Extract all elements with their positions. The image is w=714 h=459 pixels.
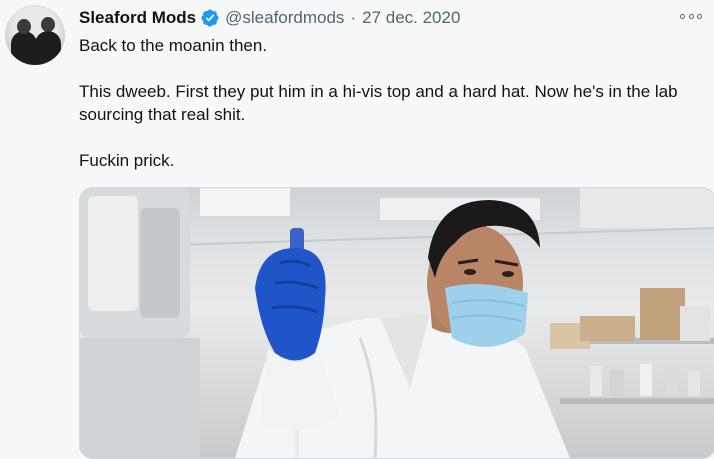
separator-dot: · <box>350 8 357 27</box>
tweet-date[interactable]: 27 dec. 2020 <box>362 8 460 28</box>
tweet-paragraph: Fuckin prick. <box>79 151 175 170</box>
tweet-paragraph: This dweeb. First they put him in a hi-v… <box>79 82 678 124</box>
tweet-photo[interactable] <box>79 187 714 459</box>
tweet-header: Sleaford Mods @sleafordmods · 27 dec. 20… <box>79 7 664 29</box>
avatar-head-right <box>41 17 55 32</box>
tweet-paragraph: Back to the moanin then. <box>79 36 268 55</box>
verified-badge-icon <box>201 9 219 27</box>
avatar[interactable] <box>5 5 65 65</box>
author-handle[interactable]: @sleafordmods <box>225 8 344 28</box>
more-dot <box>680 13 685 19</box>
author-name[interactable]: Sleaford Mods <box>79 8 196 28</box>
lab-photo-illustration <box>80 188 714 458</box>
more-dot <box>697 13 702 19</box>
tweet-text: Back to the moanin then. This dweeb. Fir… <box>79 34 709 172</box>
avatar-figure-left <box>11 31 37 65</box>
more-options-icon[interactable] <box>680 9 702 23</box>
avatar-head-left <box>17 19 31 34</box>
more-dot <box>688 13 694 19</box>
avatar-figure-right <box>35 31 61 65</box>
